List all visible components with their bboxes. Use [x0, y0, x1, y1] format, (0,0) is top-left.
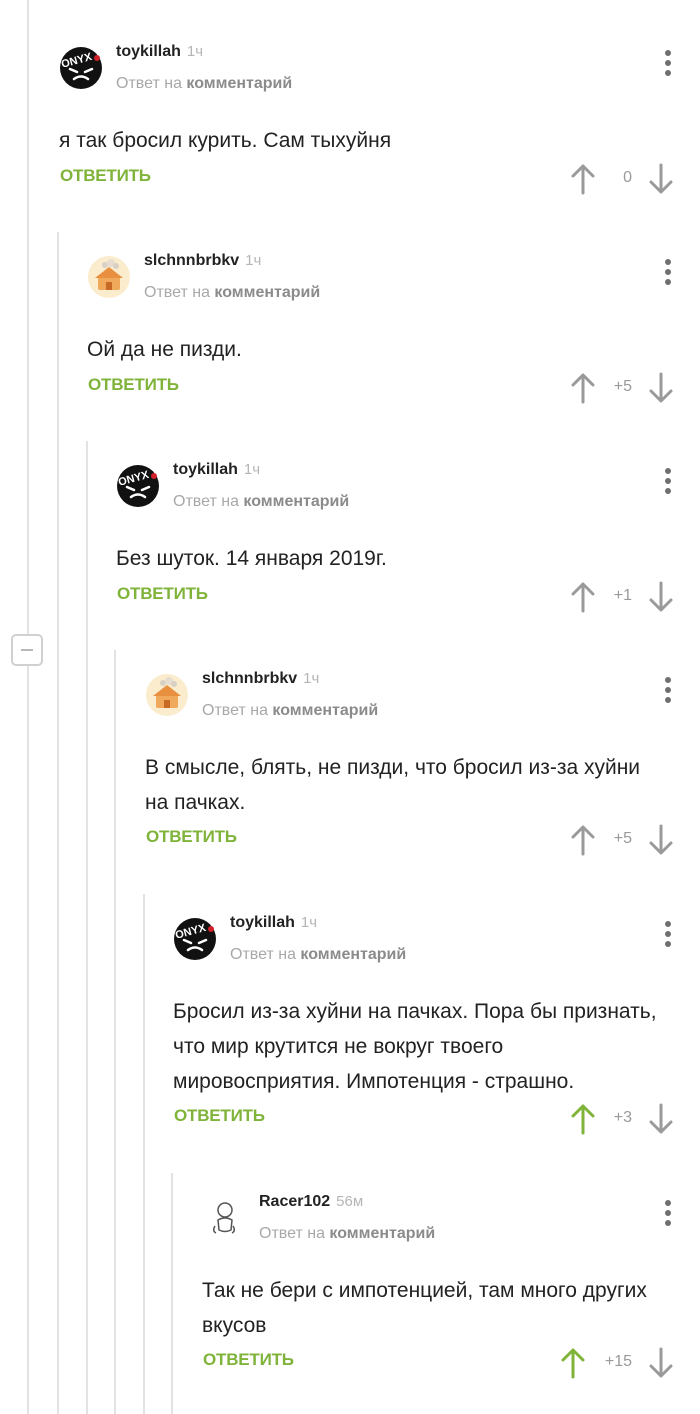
- comment: slchnnbrbkv 1ч Ответ на комментарий В смы…: [145, 665, 700, 875]
- downvote-icon[interactable]: [648, 1347, 674, 1379]
- comment-text: Так не бери с импотенцией, там много дру…: [202, 1279, 647, 1337]
- thread-line: [143, 894, 145, 1414]
- reply-to-label: Ответ на комментарий: [144, 284, 321, 301]
- author-name[interactable]: slchnnbrbkv 1ч: [202, 670, 319, 688]
- reply-to-link[interactable]: комментарий: [272, 702, 378, 719]
- reply-button[interactable]: ОТВЕТИТЬ: [203, 1350, 294, 1370]
- avatar[interactable]: [87, 255, 131, 299]
- comment-text: Без шуток. 14 января 2019г.: [116, 547, 387, 570]
- comment-score: +3: [613, 1109, 632, 1126]
- author-name[interactable]: toykillah 1ч: [116, 43, 203, 61]
- timestamp: 1ч: [186, 43, 204, 60]
- comment-score: +5: [613, 378, 632, 395]
- comment-text: Бросил из-за хуйни на пачках. Пора бы пр…: [173, 1000, 657, 1093]
- upvote-icon[interactable]: [570, 581, 596, 613]
- thread-line: [86, 441, 88, 1414]
- more-options-icon[interactable]: [662, 677, 674, 707]
- reply-to-link[interactable]: комментарий: [300, 946, 406, 963]
- upvote-icon[interactable]: [570, 372, 596, 404]
- upvote-icon[interactable]: [570, 824, 596, 856]
- comment-text: Ой да не пизди.: [87, 338, 242, 361]
- minus-icon: [21, 649, 33, 651]
- comment-actions: ОТВЕТИТЬ +1: [116, 581, 700, 613]
- comment-text: В смысле, блять, не пизди, что бросил из…: [145, 756, 641, 814]
- reply-to-label: Ответ на комментарий: [230, 946, 407, 963]
- reply-to-link[interactable]: комментарий: [329, 1225, 435, 1242]
- comment-actions: ОТВЕТИТЬ +5: [145, 824, 700, 856]
- comment: toykillah 1ч Ответ на комментарий я так б…: [59, 38, 700, 208]
- avatar[interactable]: [173, 917, 217, 961]
- upvote-icon[interactable]: [560, 1347, 586, 1379]
- comment-score: 0: [623, 169, 632, 186]
- thread-line: [114, 650, 116, 1414]
- comment: toykillah 1ч Ответ на комментарий Бросил …: [173, 909, 700, 1149]
- comment-score: +5: [613, 830, 632, 847]
- timestamp: 1ч: [245, 252, 262, 269]
- thread-line: [27, 0, 29, 1414]
- reply-button[interactable]: ОТВЕТИТЬ: [174, 1106, 265, 1126]
- reply-button[interactable]: ОТВЕТИТЬ: [60, 166, 151, 186]
- more-options-icon[interactable]: [662, 50, 674, 80]
- downvote-icon[interactable]: [648, 581, 674, 613]
- reply-button[interactable]: ОТВЕТИТЬ: [88, 375, 179, 395]
- reply-to-link[interactable]: комментарий: [214, 284, 320, 301]
- author-name[interactable]: Racer102 56м: [259, 1193, 363, 1211]
- author-name[interactable]: toykillah 1ч: [230, 914, 317, 932]
- downvote-icon[interactable]: [648, 163, 674, 195]
- upvote-icon[interactable]: [570, 163, 596, 195]
- reply-button[interactable]: ОТВЕТИТЬ: [146, 827, 237, 847]
- timestamp: 1ч: [303, 670, 320, 687]
- timestamp: 1ч: [300, 914, 318, 931]
- more-options-icon[interactable]: [662, 259, 674, 289]
- comment-actions: ОТВЕТИТЬ +3: [173, 1103, 700, 1135]
- avatar[interactable]: [59, 46, 103, 90]
- comment: slchnnbrbkv 1ч Ответ на комментарий Ой да…: [87, 247, 700, 417]
- comment-actions: ОТВЕТИТЬ +5: [87, 372, 700, 404]
- author-name[interactable]: toykillah 1ч: [173, 461, 260, 479]
- comment-score: +1: [613, 587, 632, 604]
- more-options-icon[interactable]: [662, 1200, 674, 1230]
- downvote-icon[interactable]: [648, 824, 674, 856]
- avatar[interactable]: [202, 1196, 246, 1240]
- comment: Racer102 56м Ответ на комментарий Так не …: [202, 1188, 700, 1398]
- more-options-icon[interactable]: [662, 921, 674, 951]
- downvote-icon[interactable]: [648, 372, 674, 404]
- collapse-thread-button[interactable]: [11, 634, 43, 666]
- comment-actions: ОТВЕТИТЬ +15: [202, 1347, 700, 1379]
- reply-to-label: Ответ на комментарий: [202, 702, 379, 719]
- reply-to-link[interactable]: комментарий: [243, 493, 349, 510]
- reply-to-label: Ответ на комментарий: [173, 493, 350, 510]
- downvote-icon[interactable]: [648, 1103, 674, 1135]
- reply-to-link[interactable]: комментарий: [186, 75, 292, 92]
- thread-line: [57, 232, 59, 1414]
- avatar[interactable]: [116, 464, 160, 508]
- timestamp: 1ч: [243, 461, 261, 478]
- more-options-icon[interactable]: [662, 468, 674, 498]
- timestamp: 56м: [336, 1193, 364, 1210]
- author-name[interactable]: slchnnbrbkv 1ч: [144, 252, 261, 270]
- reply-to-label: Ответ на комментарий: [259, 1225, 436, 1242]
- upvote-icon[interactable]: [570, 1103, 596, 1135]
- thread-line: [171, 1173, 173, 1414]
- comment: toykillah 1ч Ответ на комментарий Без шут…: [116, 456, 700, 626]
- reply-button[interactable]: ОТВЕТИТЬ: [117, 584, 208, 604]
- avatar[interactable]: [145, 673, 189, 717]
- comment-actions: ОТВЕТИТЬ 0: [59, 163, 700, 195]
- reply-to-label: Ответ на комментарий: [116, 75, 293, 92]
- comment-text: я так бросил курить. Сам тыхуйня: [59, 129, 392, 152]
- comment-score: +15: [604, 1353, 632, 1370]
